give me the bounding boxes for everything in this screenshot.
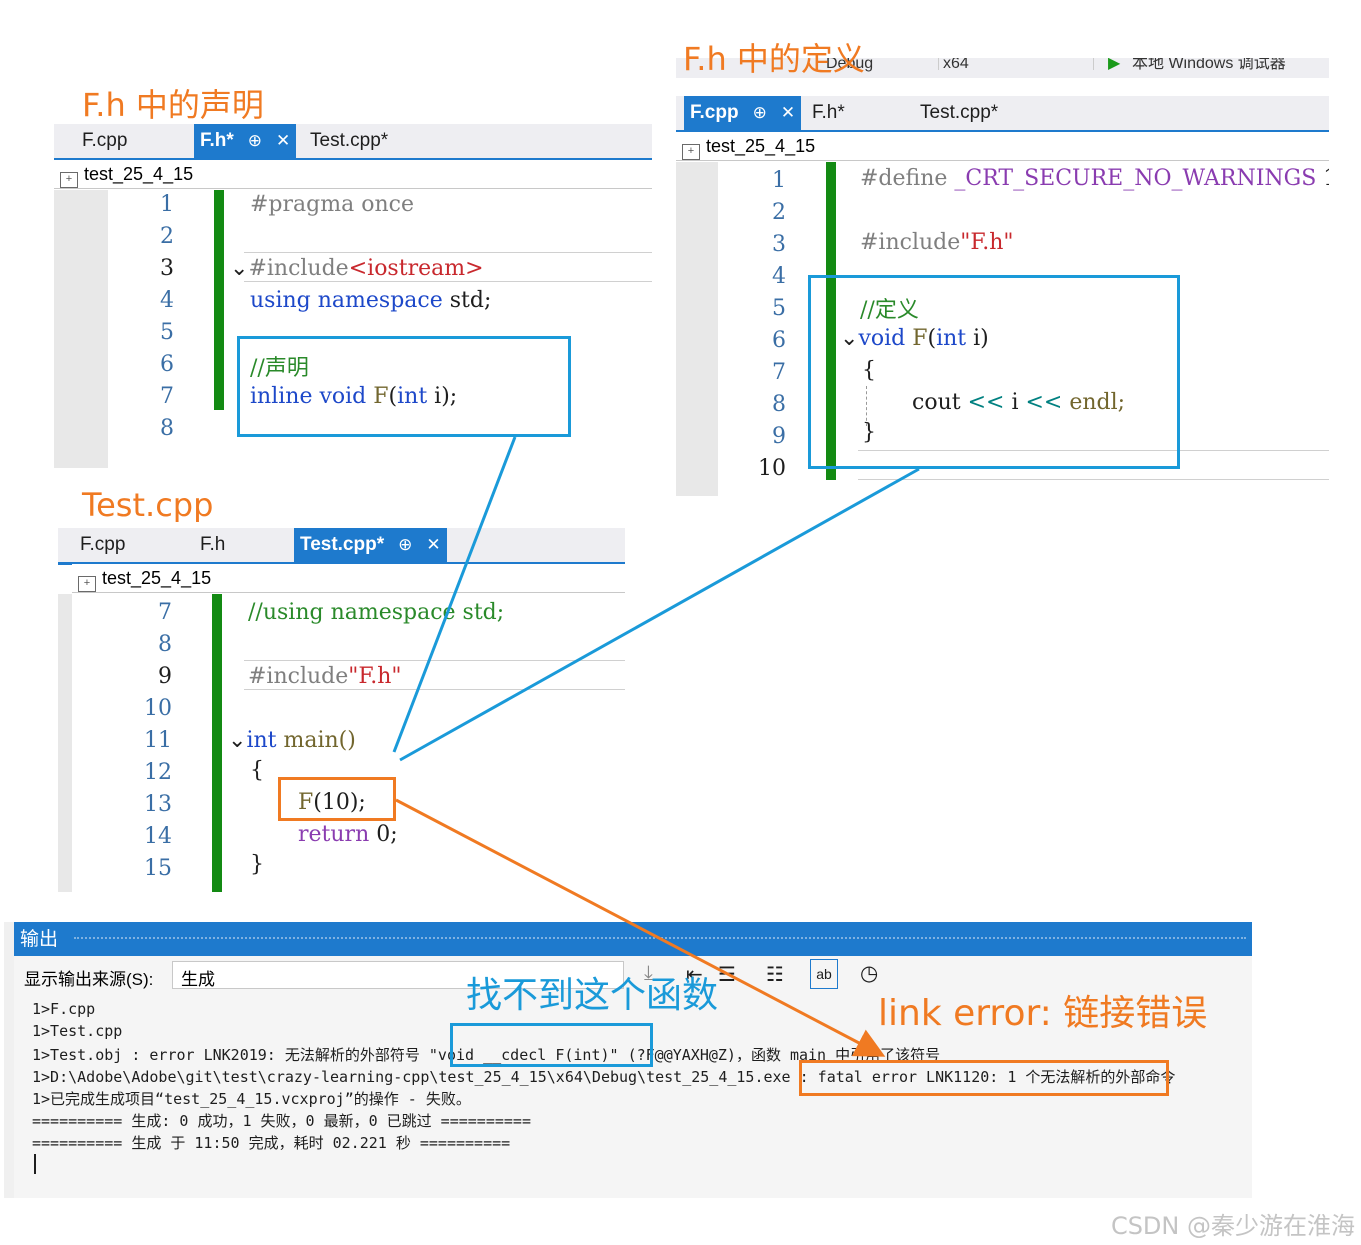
connector-arrows: [392, 436, 920, 1057]
call-to-error-arrow: [395, 798, 886, 1057]
def-annotation-title: F.h 中的定义: [683, 40, 865, 78]
watermark: CSDN @秦少游在淮海: [1110, 1212, 1355, 1240]
def-to-call-line: [399, 467, 920, 762]
